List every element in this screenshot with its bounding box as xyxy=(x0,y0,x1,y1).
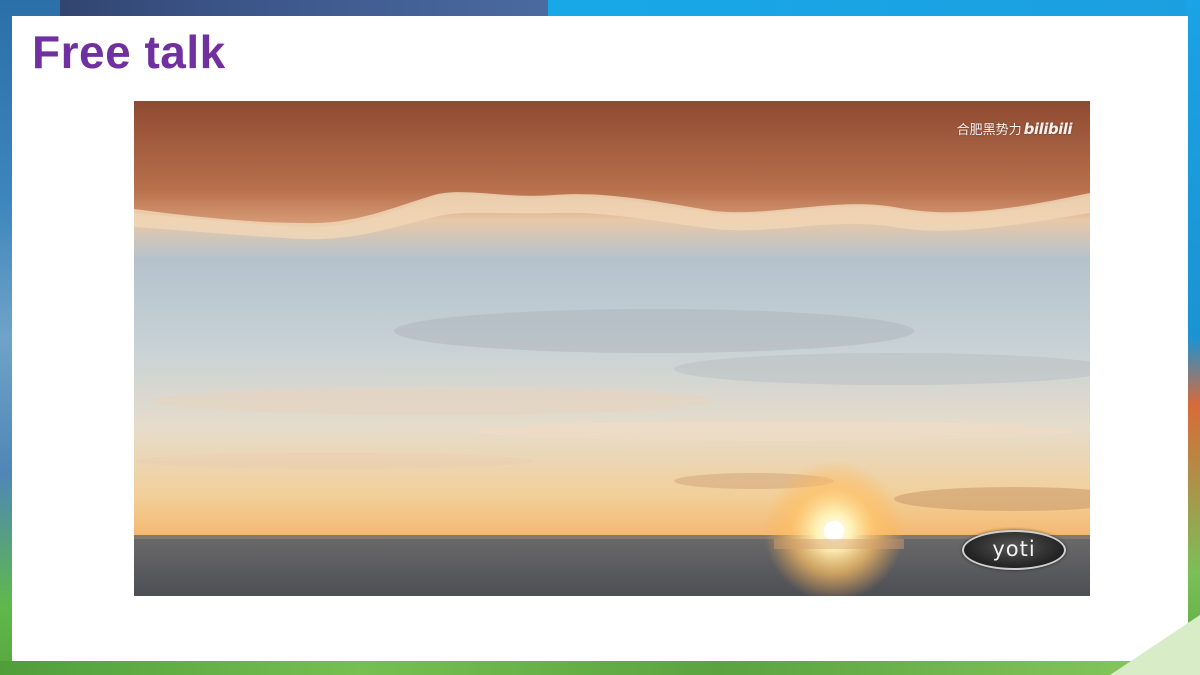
bilibili-logo: bilibili xyxy=(1023,120,1073,138)
backdrop-grass xyxy=(0,661,1200,675)
watermark-text: 合肥黑势力 xyxy=(956,123,1022,138)
slide-card: Free talk 合肥黑势力 bilibili yoti xyxy=(12,16,1188,661)
presentation-stage: Free talk 合肥黑势力 bilibili yoti xyxy=(0,0,1200,675)
video-watermark: 合肥黑势力 bilibili xyxy=(956,119,1073,138)
yoti-logo: yoti xyxy=(962,530,1066,570)
sunset-video-frame xyxy=(134,101,1090,596)
backdrop-right-illustration xyxy=(1186,0,1200,675)
page-curl-corner xyxy=(1110,615,1200,675)
video-player[interactable]: 合肥黑势力 bilibili yoti xyxy=(134,101,1090,596)
page-title: Free talk xyxy=(32,26,226,78)
